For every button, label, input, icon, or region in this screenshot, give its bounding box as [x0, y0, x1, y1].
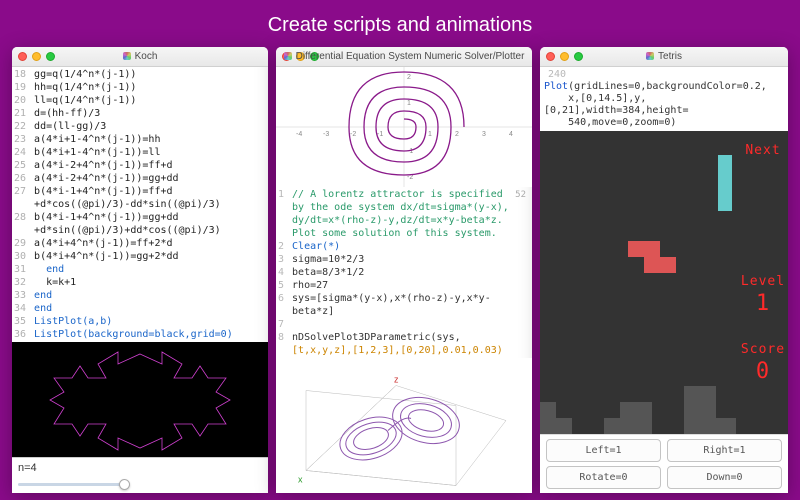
window-ode: Differential Equation System Numeric Sol…: [276, 47, 532, 493]
traffic-lights[interactable]: [282, 52, 319, 61]
next-piece: [718, 155, 732, 211]
ground-block: [540, 402, 556, 434]
svg-text:-2: -2: [350, 131, 356, 138]
zoom-icon[interactable]: [574, 52, 583, 61]
close-icon[interactable]: [546, 52, 555, 61]
svg-text:1: 1: [428, 131, 432, 138]
svg-text:-3: -3: [323, 131, 329, 138]
svg-text:x: x: [298, 475, 303, 485]
traffic-lights[interactable]: [546, 52, 583, 61]
code-editor-ode[interactable]: 52 1 23456 78 // A lorentz attractor is …: [276, 187, 532, 358]
titlebar-tetris[interactable]: Tetris: [540, 47, 788, 67]
line-count: 52: [515, 189, 526, 202]
svg-text:-4: -4: [296, 131, 302, 138]
close-icon[interactable]: [18, 52, 27, 61]
close-icon[interactable]: [282, 52, 291, 61]
banner-text: Create scripts and animations: [0, 0, 800, 47]
koch-snowflake-icon: [12, 342, 268, 462]
tetris-playfield[interactable]: [540, 131, 738, 434]
minimize-icon[interactable]: [32, 52, 41, 61]
next-label: Next: [738, 143, 788, 158]
window-row: Koch 18192021222324252627 28 29303132333…: [0, 47, 800, 493]
slider-label: n=4: [18, 462, 262, 474]
koch-plot: [12, 342, 268, 457]
spiral-plot: -4-3-2-1 1234 21 -1-2: [276, 67, 532, 187]
tetris-controls-row1: Left=1 Right=1: [540, 434, 788, 466]
svg-text:2: 2: [407, 74, 411, 81]
slider-thumb[interactable]: [119, 479, 130, 490]
window-koch: Koch 18192021222324252627 28 29303132333…: [12, 47, 268, 493]
svg-text:-1: -1: [407, 148, 413, 155]
svg-text:4: 4: [509, 131, 513, 138]
zoom-icon[interactable]: [46, 52, 55, 61]
minimize-icon[interactable]: [560, 52, 569, 61]
svg-text:1: 1: [407, 100, 411, 107]
minimize-icon[interactable]: [296, 52, 305, 61]
n-slider[interactable]: [18, 477, 128, 491]
rotate-button[interactable]: Rotate=0: [546, 466, 661, 489]
slider-panel: n=4: [12, 457, 268, 493]
tetris-sidebar: Next Level 1 Score 0: [738, 131, 788, 434]
code-editor-koch[interactable]: 18192021222324252627 28 2930313233343536…: [12, 67, 268, 342]
down-button[interactable]: Down=0: [667, 466, 782, 489]
window-tetris: Tetris 240Plot(gridLines=0,backgroundCol…: [540, 47, 788, 493]
titlebar-ode[interactable]: Differential Equation System Numeric Sol…: [276, 47, 532, 67]
level-value: 1: [738, 291, 788, 316]
left-button[interactable]: Left=1: [546, 439, 661, 462]
tetris-code-header[interactable]: 240Plot(gridLines=0,backgroundColor=0.2,…: [540, 67, 788, 131]
app-icon: [646, 52, 654, 60]
score-value: 0: [738, 359, 788, 384]
level-label: Level: [738, 274, 788, 289]
score-label: Score: [738, 342, 788, 357]
lorenz-3d-plot: x z: [276, 358, 532, 493]
svg-text:2: 2: [455, 131, 459, 138]
falling-piece: [628, 241, 644, 257]
tetris-controls-row2: Rotate=0 Down=0: [540, 466, 788, 493]
zoom-icon[interactable]: [310, 52, 319, 61]
titlebar-koch[interactable]: Koch: [12, 47, 268, 67]
svg-text:3: 3: [482, 131, 486, 138]
app-icon: [123, 52, 131, 60]
traffic-lights[interactable]: [18, 52, 55, 61]
right-button[interactable]: Right=1: [667, 439, 782, 462]
svg-text:z: z: [394, 375, 399, 385]
tetris-game-area[interactable]: Next Level 1 Score 0: [540, 131, 788, 434]
